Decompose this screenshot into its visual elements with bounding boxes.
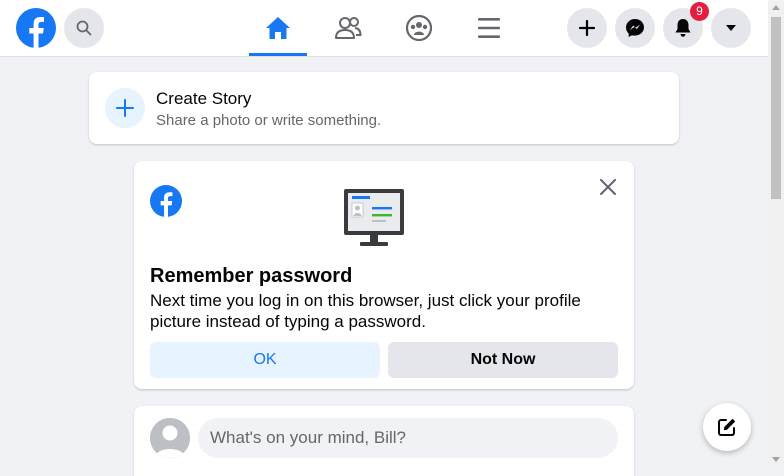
tab-home[interactable]	[249, 0, 307, 56]
post-composer-card: What's on your mind, Bill?	[134, 406, 634, 476]
tab-menu[interactable]	[460, 0, 518, 56]
close-button[interactable]	[596, 175, 620, 199]
top-navigation-bar: 9	[0, 0, 768, 57]
create-button[interactable]	[567, 8, 607, 48]
search-button[interactable]	[64, 8, 104, 48]
tab-friends[interactable]	[319, 0, 377, 56]
not-now-button[interactable]: Not Now	[388, 342, 618, 378]
remember-password-title: Remember password	[150, 265, 353, 287]
plus-icon	[578, 19, 596, 37]
new-message-button[interactable]	[703, 403, 751, 451]
groups-icon	[405, 14, 433, 42]
scroll-up-arrow-icon[interactable]	[772, 5, 780, 10]
close-icon	[600, 179, 616, 195]
home-icon	[266, 17, 290, 39]
plus-icon	[116, 99, 134, 117]
hamburger-icon	[478, 18, 500, 38]
vertical-scrollbar[interactable]	[768, 0, 784, 467]
create-story-plus-button[interactable]	[105, 88, 145, 128]
facebook-logo-icon[interactable]	[16, 8, 56, 48]
facebook-logo-icon	[150, 185, 182, 217]
search-icon	[76, 20, 92, 36]
messenger-button[interactable]	[615, 8, 655, 48]
friends-icon	[335, 17, 362, 39]
caret-down-icon	[726, 25, 736, 31]
ok-button[interactable]: OK	[150, 342, 380, 378]
tab-groups[interactable]	[390, 0, 448, 56]
whats-on-your-mind-input[interactable]: What's on your mind, Bill?	[198, 418, 618, 458]
remember-password-card: Remember password Next time you log in o…	[134, 161, 634, 389]
computer-login-illustration-icon	[344, 189, 404, 246]
scroll-down-arrow-icon[interactable]	[772, 457, 780, 462]
create-story-subtitle: Share a photo or write something.	[156, 112, 382, 129]
compose-edit-icon	[718, 418, 736, 436]
create-story-card[interactable]: Create Story Share a photo or write some…	[89, 72, 679, 144]
account-menu-button[interactable]	[711, 8, 751, 48]
remember-password-body: Next time you log in on this browser, ju…	[150, 291, 581, 331]
avatar[interactable]	[150, 418, 190, 458]
scrollbar-thumb[interactable]	[771, 17, 781, 199]
bell-icon	[675, 19, 691, 37]
notification-count-badge: 9	[690, 2, 709, 21]
messenger-icon	[626, 19, 644, 37]
notifications-button[interactable]: 9	[663, 2, 709, 48]
default-avatar-icon	[150, 418, 190, 458]
create-story-title: Create Story	[156, 89, 252, 108]
